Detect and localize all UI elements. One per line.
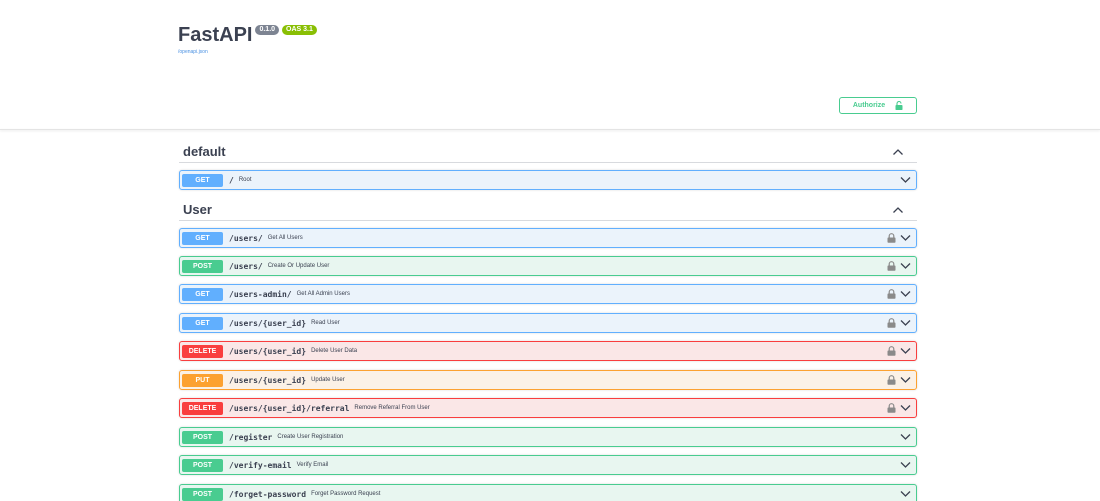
operation-summary: Read User — [311, 320, 340, 326]
operation-summary: Create User Registration — [277, 434, 344, 440]
header-divider — [0, 129, 1100, 130]
chevron-up-icon[interactable] — [891, 145, 905, 159]
method-badge: GET — [182, 231, 223, 245]
lock-icon[interactable] — [887, 318, 896, 328]
operation-row[interactable]: POST/register Create User Registration — [179, 427, 917, 447]
operation-summary: Get All Admin Users — [296, 291, 350, 297]
operation-row[interactable]: POST/verify-email Verify Email — [179, 455, 917, 475]
lock-icon[interactable] — [887, 346, 896, 356]
operation-row[interactable]: GET/users-admin/Get All Admin Users — [179, 284, 917, 304]
operation-summary: Root — [238, 177, 252, 183]
section-header-default[interactable]: default — [179, 141, 917, 163]
chevron-down-icon[interactable] — [900, 347, 911, 355]
lock-icon[interactable] — [887, 233, 896, 243]
operation-summary: Create Or Update User — [267, 263, 330, 269]
method-badge: GET — [182, 316, 223, 330]
operation-controls — [900, 176, 911, 184]
version-badge: 0.1.0 — [255, 25, 280, 35]
api-title: FastAPI — [178, 24, 253, 46]
operation-summary: Update User — [311, 377, 345, 383]
section-title: User — [183, 202, 212, 217]
operation-path: /users/{user_id} — [229, 375, 307, 385]
lock-icon[interactable] — [887, 289, 896, 299]
chevron-down-icon[interactable] — [900, 461, 911, 469]
chevron-down-icon[interactable] — [900, 433, 911, 441]
operation-summary: Verify Email — [296, 462, 329, 468]
chevron-down-icon[interactable] — [900, 404, 911, 412]
operation-path: /verify-email — [229, 460, 292, 470]
chevron-down-icon[interactable] — [900, 490, 911, 498]
operation-controls — [887, 318, 911, 328]
operation-path: /users-admin/ — [229, 289, 292, 299]
chevron-down-icon[interactable] — [900, 376, 911, 384]
operation-controls — [887, 375, 911, 385]
method-badge: POST — [182, 458, 223, 472]
operation-row[interactable]: GET / Root — [179, 170, 917, 190]
method-badge: GET — [182, 287, 223, 301]
section-header-user[interactable]: User — [179, 199, 917, 221]
operation-row[interactable]: GET/users/Get All Users — [179, 228, 917, 248]
operation-controls — [887, 403, 911, 413]
operation-controls — [900, 433, 911, 441]
chevron-down-icon[interactable] — [900, 290, 911, 298]
operation-summary: Get All Users — [267, 235, 303, 241]
method-badge: POST — [182, 259, 223, 273]
method-badge: POST — [182, 487, 223, 501]
chevron-down-icon[interactable] — [900, 234, 911, 242]
method-badge: PUT — [182, 373, 223, 387]
operation-path: /register — [229, 432, 273, 442]
operation-path: /users/ — [229, 233, 263, 243]
operation-summary: Remove Referral From User — [354, 405, 430, 411]
operation-row[interactable]: PUT/users/{user_id} Update User — [179, 370, 917, 390]
chevron-down-icon[interactable] — [900, 262, 911, 270]
operation-summary: Forget Password Request — [311, 491, 381, 497]
operation-controls — [900, 490, 911, 498]
operation-controls — [900, 461, 911, 469]
operation-path: /users/ — [229, 261, 263, 271]
authorize-button[interactable]: Authorize — [839, 97, 917, 114]
operation-path: / — [229, 175, 234, 185]
method-badge: GET — [182, 173, 223, 187]
method-badge: DELETE — [182, 401, 223, 415]
operation-controls — [887, 346, 911, 356]
lock-icon[interactable] — [887, 403, 896, 413]
method-badge: DELETE — [182, 344, 223, 358]
lock-icon[interactable] — [887, 375, 896, 385]
operation-summary: Delete User Data — [311, 348, 358, 354]
operation-row[interactable]: DELETE/users/{user_id} Delete User Data — [179, 341, 917, 361]
operation-row[interactable]: POST/users/Create Or Update User — [179, 256, 917, 276]
operation-controls — [887, 233, 911, 243]
oas-badge: OAS 3.1 — [282, 25, 317, 35]
operation-row[interactable]: DELETE/users/{user_id}/referral Remove Re… — [179, 398, 917, 418]
operation-controls — [887, 289, 911, 299]
method-badge: POST — [182, 430, 223, 444]
api-info: FastAPI 0.1.0 OAS 3.1 /openapi.json — [178, 22, 317, 55]
operation-path: /users/{user_id} — [229, 318, 307, 328]
operation-row[interactable]: POST/forget-password Forget Password Requ… — [179, 484, 917, 501]
chevron-down-icon[interactable] — [900, 176, 911, 184]
operation-path: /users/{user_id}/referral — [229, 403, 350, 413]
lock-icon — [895, 101, 903, 110]
authorize-label: Authorize — [852, 102, 886, 109]
chevron-down-icon[interactable] — [900, 319, 911, 327]
openapi-json-link[interactable]: /openapi.json — [178, 49, 317, 55]
operation-row[interactable]: GET/users/{user_id} Read User — [179, 313, 917, 333]
operation-path: /users/{user_id} — [229, 346, 307, 356]
chevron-up-icon[interactable] — [891, 203, 905, 217]
section-title: default — [183, 144, 226, 159]
lock-icon[interactable] — [887, 261, 896, 271]
operation-path: /forget-password — [229, 489, 307, 499]
operation-controls — [887, 261, 911, 271]
